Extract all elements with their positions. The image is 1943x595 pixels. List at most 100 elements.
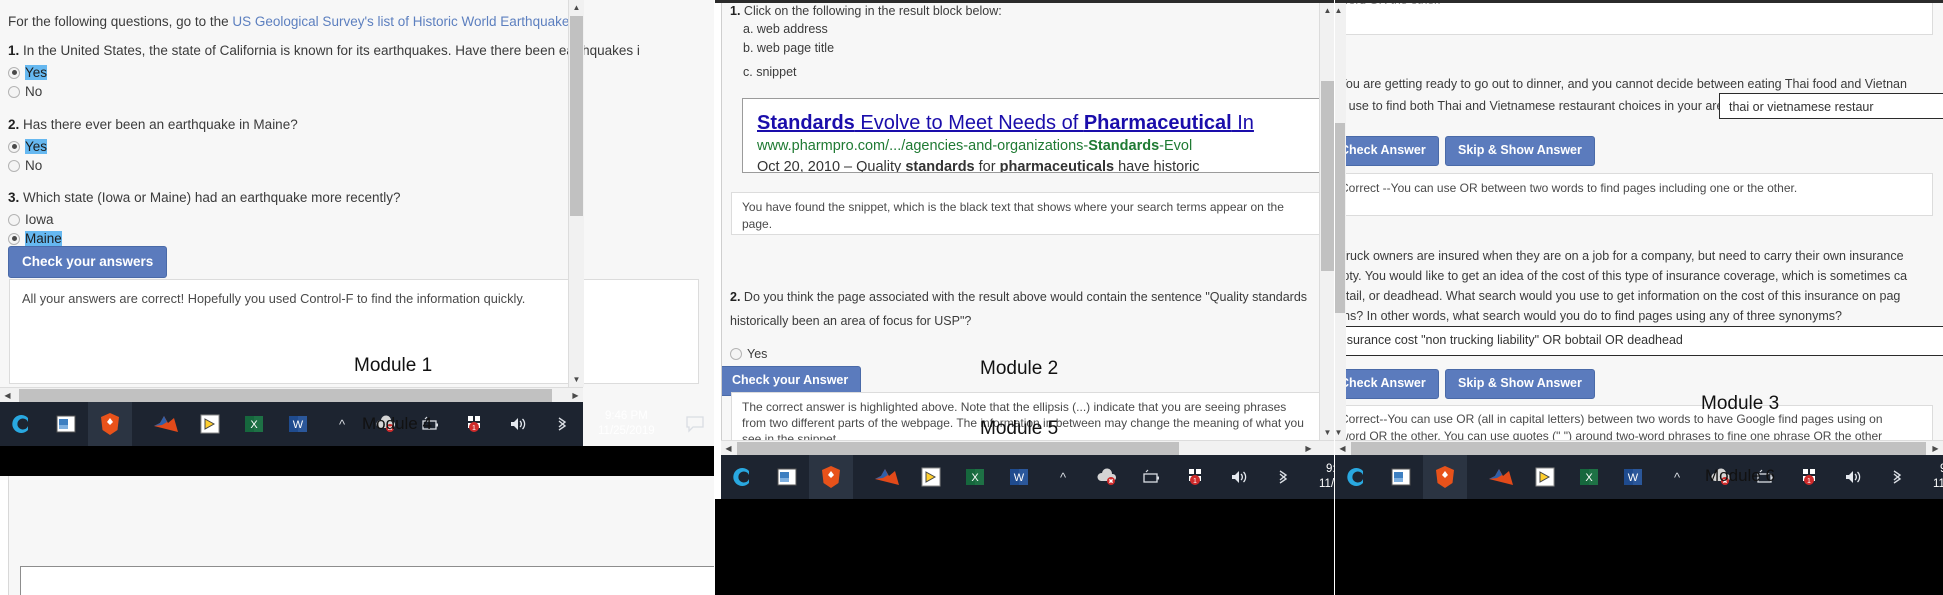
matlab-icon[interactable] — [144, 402, 188, 446]
radio-icon[interactable] — [8, 159, 20, 172]
action-center-icon[interactable] — [673, 402, 714, 446]
radio-icon[interactable] — [730, 347, 742, 360]
module1-hscrollbar[interactable]: ◀ ▶ — [0, 387, 583, 403]
radio-icon[interactable] — [8, 85, 20, 98]
dropbox-notification-icon[interactable]: 1 — [1787, 455, 1831, 499]
module1-q2: 2. Has there ever been an earthquake in … — [8, 115, 714, 135]
module3-q4-skip-show-answer-button[interactable]: Skip & Show Answer — [1445, 136, 1595, 166]
module2-q2-option-yes-label: Yes — [747, 346, 768, 361]
module1-q1-option-yes[interactable]: Yes — [8, 63, 714, 82]
brave-icon[interactable] — [1423, 455, 1467, 499]
radio-icon[interactable] — [8, 213, 20, 226]
excel-icon[interactable]: X — [953, 455, 997, 499]
module1-clock[interactable]: 9:46 PM 11/25/2019 — [598, 409, 655, 439]
module1-q2-text: Has there ever been an earthquake in Mai… — [23, 117, 298, 132]
radio-icon[interactable] — [8, 232, 20, 245]
scroll-down-arrow-icon[interactable]: ▼ — [1320, 425, 1334, 440]
cmder-icon[interactable] — [721, 455, 765, 499]
scroll-up-arrow-icon[interactable]: ▲ — [1335, 3, 1346, 18]
module3-q4-check-answer-button[interactable]: Check Answer — [1341, 136, 1439, 166]
module1-window: For the following questions, go to the U… — [0, 0, 714, 595]
module2-q1-item-b[interactable]: b. web page title — [743, 39, 1320, 58]
vscroll-thumb[interactable] — [1335, 123, 1345, 313]
hscroll-thumb[interactable] — [1351, 442, 1926, 455]
module3-q5-input[interactable]: insurance cost "non trucking liability" … — [1341, 326, 1943, 356]
excel-icon[interactable]: X — [232, 402, 276, 446]
battery-icon[interactable] — [1129, 455, 1173, 499]
module1-q1-option-no[interactable]: No — [8, 82, 714, 101]
matlab-icon[interactable] — [865, 455, 909, 499]
scroll-left-arrow-icon[interactable]: ◀ — [0, 388, 15, 403]
show-hidden-icons-chevron-icon[interactable]: ^ — [320, 402, 364, 446]
module3-q5-line2: empty. You would like to get an idea of … — [1340, 269, 1908, 283]
word-icon[interactable]: W — [1611, 455, 1655, 499]
bluetooth-icon[interactable] — [1261, 455, 1305, 499]
module1-check-answers-button[interactable]: Check your answers — [8, 246, 168, 278]
module2-q2-text: Do you think the page associated with th… — [730, 290, 1308, 328]
module1-q2-option-yes[interactable]: Yes — [8, 137, 714, 156]
onedrive-error-icon[interactable] — [1085, 455, 1129, 499]
module1-q2-option-no[interactable]: No — [8, 156, 714, 175]
hscroll-thumb[interactable] — [19, 389, 552, 402]
show-hidden-icons-chevron-icon[interactable]: ^ — [1655, 455, 1699, 499]
module3-hscrollbar[interactable]: ◀ ▶ — [1335, 440, 1943, 456]
volume-icon[interactable] — [1831, 455, 1875, 499]
module1-vscrollbar[interactable]: ▲ ▼ — [568, 0, 584, 387]
word-icon[interactable]: W — [997, 455, 1041, 499]
usgs-link[interactable]: US Geological Survey's list of Historic … — [232, 14, 576, 29]
explorer-icon[interactable] — [44, 402, 88, 446]
module3-q5-check-answer-button[interactable]: Check Answer — [1341, 369, 1439, 399]
hscroll-thumb[interactable] — [737, 442, 1179, 455]
brave-icon[interactable] — [809, 455, 853, 499]
google-result-block[interactable]: Standards Evolve to Meet Needs of Pharma… — [742, 98, 1320, 173]
vscroll-thumb[interactable] — [1321, 81, 1334, 271]
explorer-icon[interactable] — [765, 455, 809, 499]
scroll-down-arrow-icon[interactable]: ▼ — [1335, 425, 1346, 440]
module2-q1-item-c[interactable]: c. snippet — [743, 63, 1320, 82]
vscroll-thumb[interactable] — [570, 16, 583, 216]
module3-q5-skip-show-answer-button[interactable]: Skip & Show Answer — [1445, 369, 1595, 399]
bluetooth-icon[interactable] — [540, 402, 584, 446]
module1-taskbar: X W ^ 1 9:46 PM 11/25/2019 — [0, 402, 704, 446]
module3-feedback5: Correct--You can use OR (all in capital … — [1341, 405, 1933, 444]
google-result-url[interactable]: www.pharmpro.com/.../agencies-and-organi… — [757, 136, 1317, 157]
volume-icon[interactable] — [496, 402, 540, 446]
excel-icon[interactable]: X — [1567, 455, 1611, 499]
word-icon[interactable]: W — [276, 402, 320, 446]
labview-icon[interactable] — [188, 402, 232, 446]
labview-icon[interactable] — [909, 455, 953, 499]
clock-date: 11/25/2019 — [598, 425, 655, 437]
scroll-right-arrow-icon[interactable]: ▶ — [1301, 441, 1316, 456]
google-result-title[interactable]: Standards Evolve to Meet Needs of Pharma… — [757, 110, 1317, 136]
cmder-icon[interactable] — [1335, 455, 1379, 499]
scroll-right-arrow-icon[interactable]: ▶ — [568, 388, 583, 403]
module3-vscrollbar[interactable]: ▲ ▼ — [1335, 3, 1346, 440]
radio-icon[interactable] — [8, 66, 20, 79]
labview-icon[interactable] — [1523, 455, 1567, 499]
module2-q1-item-a[interactable]: a. web address — [743, 20, 1320, 39]
matlab-icon[interactable] — [1479, 455, 1523, 499]
scroll-down-arrow-icon[interactable]: ▼ — [569, 372, 584, 387]
module3-clock[interactable]: 9:45 PM 11/25/2019 — [1933, 462, 1943, 492]
dropbox-notification-icon[interactable]: 1 — [452, 402, 496, 446]
scroll-left-arrow-icon[interactable]: ◀ — [1335, 441, 1350, 456]
scroll-left-arrow-icon[interactable]: ◀ — [721, 441, 736, 456]
brave-icon[interactable] — [88, 402, 132, 446]
module3-q4-input[interactable]: thai or vietnamese restaur — [1719, 93, 1943, 119]
svg-text:W: W — [1014, 472, 1025, 484]
radio-icon[interactable] — [8, 140, 20, 153]
volume-icon[interactable] — [1217, 455, 1261, 499]
scroll-up-arrow-icon[interactable]: ▲ — [1320, 3, 1334, 18]
module1-q3-option-iowa[interactable]: Iowa — [8, 210, 714, 229]
bluetooth-icon[interactable] — [1875, 455, 1919, 499]
explorer-icon[interactable] — [1379, 455, 1423, 499]
scroll-up-arrow-icon[interactable]: ▲ — [569, 0, 584, 15]
module2-vscrollbar[interactable]: ▲ ▼ — [1319, 3, 1334, 440]
module2-clock[interactable]: 9:45 PM 11/25/2019 — [1319, 462, 1334, 492]
scroll-right-arrow-icon[interactable]: ▶ — [1928, 441, 1943, 456]
show-hidden-icons-chevron-icon[interactable]: ^ — [1041, 455, 1085, 499]
module1-taskbar-label: Module 4 — [362, 414, 432, 433]
dropbox-notification-icon[interactable]: 1 — [1173, 455, 1217, 499]
cmder-icon[interactable] — [0, 402, 44, 446]
module2-hscrollbar[interactable]: ◀ ▶ — [721, 440, 1334, 456]
